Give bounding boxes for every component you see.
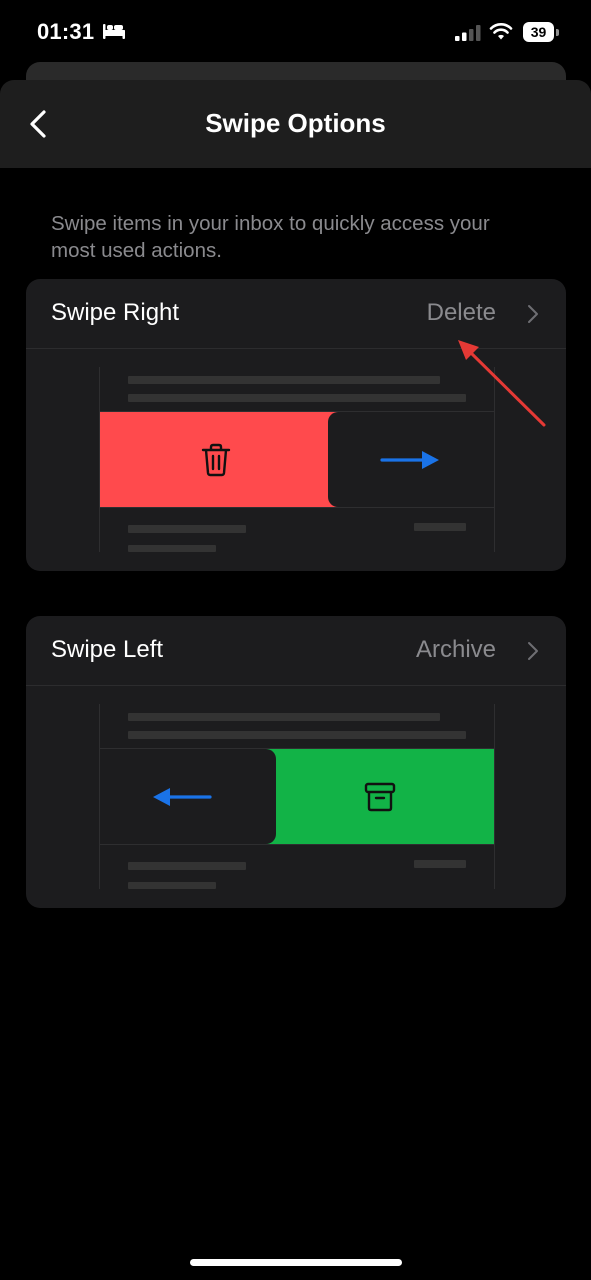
swipe-left-label: Swipe Left <box>51 636 164 663</box>
swipe-left-value: Archive <box>415 636 496 663</box>
archive-action-strip <box>260 749 494 844</box>
delete-action-strip <box>100 412 340 507</box>
swipe-row-preview <box>100 749 276 844</box>
swipe-right-card: Swipe Right Delete <box>26 279 566 571</box>
status-time: 01:31 <box>37 19 95 44</box>
page-title: Swipe Options <box>205 108 386 138</box>
trash-icon <box>200 442 232 483</box>
swipe-right-row[interactable]: Swipe Right Delete <box>26 279 566 349</box>
wifi-icon <box>489 21 513 46</box>
bed-icon <box>102 22 126 45</box>
archive-icon <box>364 781 396 818</box>
swipe-left-row[interactable]: Swipe Left Archive <box>26 616 566 686</box>
header: Swipe Options <box>0 80 591 168</box>
chevron-right-icon <box>526 640 540 667</box>
swipe-left-preview <box>99 704 495 889</box>
battery-level: 39 <box>530 24 547 40</box>
arrow-left-icon <box>152 787 212 812</box>
arrow-right-icon <box>380 450 440 475</box>
swipe-right-label: Swipe Right <box>51 299 180 326</box>
swipe-right-preview <box>99 367 495 552</box>
home-indicator[interactable] <box>190 1259 402 1266</box>
status-bar: 01:31 39 <box>0 0 591 64</box>
swipe-right-value: Delete <box>426 299 496 326</box>
swipe-left-card: Swipe Left Archive <box>26 616 566 908</box>
description-text: Swipe items in your inbox to quickly acc… <box>51 212 490 262</box>
signal-icon <box>455 24 483 46</box>
battery-icon: 39 <box>523 22 559 42</box>
chevron-right-icon <box>526 303 540 330</box>
swipe-row-preview <box>328 412 494 507</box>
